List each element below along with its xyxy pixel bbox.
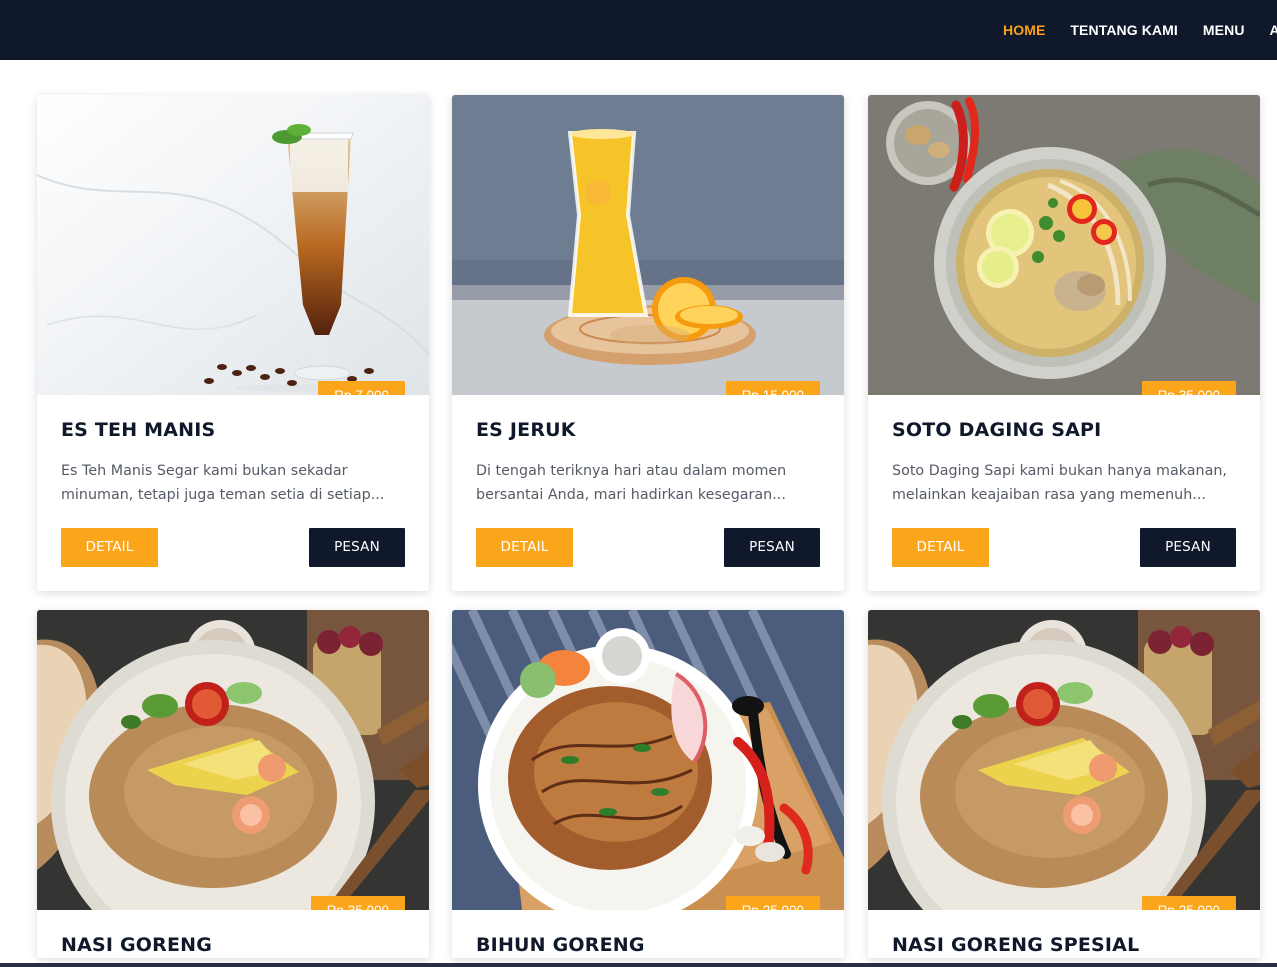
nav-links: HOME TENTANG KAMI MENU A [1003,0,1277,60]
menu-card-nasi-goreng-spesial: Rp 25.000 NASI GORENG SPESIAL [868,610,1260,958]
card-title: NASI GORENG SPESIAL [892,934,1140,956]
detail-button[interactable]: DETAIL [476,528,573,567]
special-fried-rice-illustration [868,610,1260,910]
detail-button[interactable]: DETAIL [892,528,989,567]
price-badge: Rp 15.000 [725,381,820,395]
card-title: NASI GORENG [61,934,213,956]
orange-juice-illustration [452,95,844,395]
price-badge: Rp 35.000 [310,896,405,910]
card-description: Es Teh Manis Segar kami bukan sekadar mi… [61,463,385,503]
fried-rice-image: Rp 35.000 [37,610,429,910]
price-badge: Rp 35.000 [1141,381,1236,395]
card-description: Di tengah teriknya hari atau dalam momen… [476,463,787,503]
beef-soup-image: Rp 35.000 [868,95,1260,395]
special-fried-rice-image: Rp 25.000 [868,610,1260,910]
card-title: SOTO DAGING SAPI [892,419,1102,441]
price-badge: Rp 25.000 [725,896,820,910]
menu-card-es-jeruk: Rp 15.000 ES JERUK Di tengah teriknya ha… [452,95,844,591]
page-bottom-edge [0,963,1277,967]
menu-card-nasi-goreng: Rp 35.000 NASI GORENG [37,610,429,958]
fried-vermicelli-illustration [452,610,844,910]
iced-tea-image: Rp 7.000 [37,95,429,395]
top-navbar: HOME TENTANG KAMI MENU A [0,0,1277,60]
menu-card-soto-daging-sapi: Rp 35.000 SOTO DAGING SAPI Soto Daging S… [868,95,1260,591]
price-badge: Rp 7.000 [318,381,405,395]
beef-soup-illustration [868,95,1260,395]
order-button[interactable]: PESAN [1140,528,1236,567]
fried-vermicelli-image: Rp 25.000 [452,610,844,910]
card-title: ES TEH MANIS [61,419,216,441]
nav-next-item[interactable]: A [1270,22,1277,38]
menu-card-bihun-goreng: Rp 25.000 BIHUN GORENG [452,610,844,958]
iced-tea-illustration [37,95,429,395]
card-description: Soto Daging Sapi kami bukan hanya makana… [892,463,1227,503]
menu-card-es-teh-manis: Rp 7.000 ES TEH MANIS Es Teh Manis Segar… [37,95,429,591]
nav-home[interactable]: HOME [1003,22,1045,38]
price-badge: Rp 25.000 [1141,896,1236,910]
card-title: ES JERUK [476,419,576,441]
nav-menu[interactable]: MENU [1203,22,1245,38]
fried-rice-illustration [37,610,429,910]
order-button[interactable]: PESAN [309,528,405,567]
detail-button[interactable]: DETAIL [61,528,158,567]
order-button[interactable]: PESAN [724,528,820,567]
orange-juice-image: Rp 15.000 [452,95,844,395]
card-title: BIHUN GORENG [476,934,645,956]
nav-about[interactable]: TENTANG KAMI [1070,22,1178,38]
